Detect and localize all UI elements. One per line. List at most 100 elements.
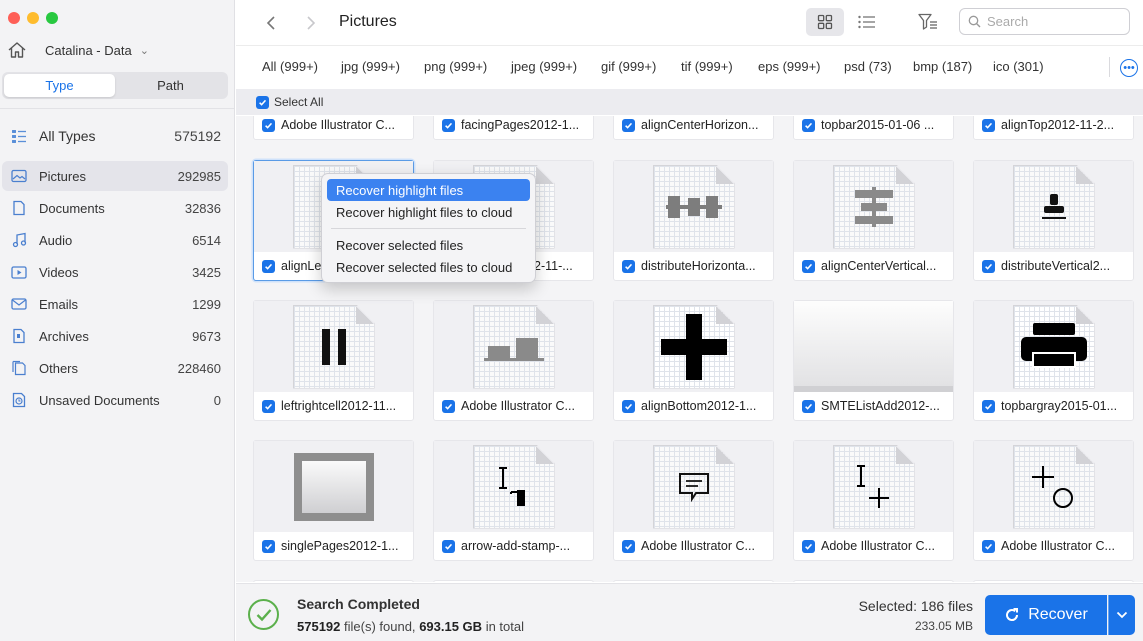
file-tile[interactable]: topbar2015-01-06 ... bbox=[793, 116, 954, 140]
zoom-window-button[interactable] bbox=[46, 12, 58, 24]
file-checkbox[interactable] bbox=[982, 399, 995, 413]
file-tile[interactable]: alignCenterVertical... bbox=[793, 160, 954, 281]
tab-path[interactable]: Path bbox=[115, 74, 226, 97]
file-tile[interactable] bbox=[793, 580, 954, 582]
search-input[interactable] bbox=[987, 14, 1127, 29]
close-window-button[interactable] bbox=[8, 12, 20, 24]
file-thumbnail bbox=[974, 301, 1133, 392]
selected-size: 233.05 MB bbox=[914, 619, 973, 633]
minimize-window-button[interactable] bbox=[27, 12, 39, 24]
menu-item-recover-highlight-files-to-cloud[interactable]: Recover highlight files to cloud bbox=[327, 201, 530, 223]
recover-button[interactable]: Recover bbox=[985, 595, 1107, 635]
filter-tab-jpeg[interactable]: jpeg (999+) bbox=[511, 59, 577, 74]
drive-selector[interactable]: Catalina - Data ⌄ bbox=[6, 38, 224, 62]
file-tile[interactable]: alignTop2012-11-2... bbox=[973, 116, 1134, 140]
filter-tab-bmp[interactable]: bmp (187) bbox=[913, 59, 972, 74]
home-icon[interactable] bbox=[6, 39, 28, 61]
file-checkbox[interactable] bbox=[622, 539, 635, 553]
file-checkbox[interactable] bbox=[622, 118, 635, 132]
sidebar-item-emails[interactable]: Emails 1299 bbox=[2, 289, 228, 319]
filter-tab-all[interactable]: All (999+) bbox=[262, 59, 318, 74]
sidebar-item-count: 1299 bbox=[192, 296, 221, 312]
filter-tab-gif[interactable]: gif (999+) bbox=[601, 59, 656, 74]
file-tile[interactable]: arrow-add-stamp-... bbox=[433, 440, 594, 561]
file-checkbox[interactable] bbox=[442, 399, 455, 413]
file-name: alignTop2012-11-2... bbox=[1001, 118, 1115, 132]
file-checkbox[interactable] bbox=[442, 118, 455, 132]
search-icon bbox=[968, 15, 981, 28]
file-checkbox[interactable] bbox=[262, 399, 275, 413]
file-checkbox[interactable] bbox=[802, 399, 815, 413]
filter-tab-png[interactable]: png (999+) bbox=[424, 59, 487, 74]
file-name: facingPages2012-1... bbox=[461, 118, 580, 132]
sidebar-item-unsaved-documents[interactable]: Unsaved Documents 0 bbox=[2, 385, 228, 415]
checkmark-icon bbox=[259, 99, 267, 106]
menu-item-recover-highlight-files[interactable]: Recover highlight files bbox=[327, 179, 530, 201]
menu-item-recover-selected-files-to-cloud[interactable]: Recover selected files to cloud bbox=[327, 256, 530, 278]
file-tile[interactable]: distributeVertical2... bbox=[973, 160, 1134, 281]
filter-tab-tif[interactable]: tif (999+) bbox=[681, 59, 733, 74]
file-tile[interactable]: Adobe Illustrator C... bbox=[433, 300, 594, 421]
grid-view-button[interactable] bbox=[806, 8, 844, 36]
filter-tab-eps[interactable]: eps (999+) bbox=[758, 59, 821, 74]
file-checkbox[interactable] bbox=[262, 259, 275, 273]
file-checkbox[interactable] bbox=[442, 539, 455, 553]
chevron-down-icon: ⌄ bbox=[139, 44, 149, 57]
sidebar-item-all-types[interactable]: All Types 575192 bbox=[2, 121, 228, 151]
file-checkbox[interactable] bbox=[802, 259, 815, 273]
sidebar-item-documents[interactable]: Documents 32836 bbox=[2, 193, 228, 223]
file-name: distributeVertical2... bbox=[1001, 259, 1111, 273]
file-tile[interactable]: distributeHorizonta... bbox=[613, 160, 774, 281]
file-tile[interactable]: alignCenterHorizon... bbox=[613, 116, 774, 140]
sidebar-item-label: Archives bbox=[39, 328, 89, 344]
filter-button[interactable] bbox=[914, 8, 942, 36]
file-checkbox[interactable] bbox=[802, 118, 815, 132]
file-checkbox[interactable] bbox=[262, 539, 275, 553]
file-tile[interactable]: topbargray2015-01... bbox=[973, 300, 1134, 421]
file-checkbox[interactable] bbox=[622, 259, 635, 273]
more-filters-button[interactable]: ••• bbox=[1120, 59, 1138, 77]
status-bar: Search Completed 575192 file(s) found, 6… bbox=[236, 583, 1143, 641]
file-tile[interactable]: SMTEListAdd2012-... bbox=[793, 300, 954, 421]
file-tile[interactable]: leftrightcell2012-11... bbox=[253, 300, 414, 421]
back-button[interactable] bbox=[260, 12, 282, 34]
menu-item-recover-selected-files[interactable]: Recover selected files bbox=[327, 234, 530, 256]
file-tile[interactable] bbox=[973, 580, 1134, 582]
sidebar-item-others[interactable]: Others 228460 bbox=[2, 353, 228, 383]
file-checkbox[interactable] bbox=[982, 118, 995, 132]
file-tile[interactable]: Adobe Illustrator C... bbox=[613, 440, 774, 561]
file-checkbox[interactable] bbox=[622, 399, 635, 413]
list-icon bbox=[10, 127, 28, 145]
file-tile[interactable] bbox=[433, 580, 594, 582]
file-tile[interactable]: singlePages2012-1... bbox=[253, 440, 414, 561]
mode-segmented-control: Type Path bbox=[2, 72, 228, 99]
recover-label: Recover bbox=[1028, 606, 1088, 623]
file-tile[interactable]: Adobe Illustrator C... bbox=[973, 440, 1134, 561]
context-menu: Recover highlight files Recover highligh… bbox=[321, 173, 536, 283]
file-checkbox[interactable] bbox=[982, 259, 995, 273]
file-checkbox[interactable] bbox=[802, 539, 815, 553]
sidebar-item-audio[interactable]: Audio 6514 bbox=[2, 225, 228, 255]
filter-tab-psd[interactable]: psd (73) bbox=[844, 59, 892, 74]
list-view-button[interactable] bbox=[853, 8, 881, 36]
file-tile[interactable]: facingPages2012-1... bbox=[433, 116, 594, 140]
forward-button[interactable] bbox=[300, 12, 322, 34]
file-tile[interactable] bbox=[253, 580, 414, 582]
search-field[interactable] bbox=[959, 8, 1130, 35]
filter-tab-jpg[interactable]: jpg (999+) bbox=[341, 59, 400, 74]
file-tile[interactable]: alignBottom2012-1... bbox=[613, 300, 774, 421]
sidebar-item-videos[interactable]: Videos 3425 bbox=[2, 257, 228, 287]
file-checkbox[interactable] bbox=[982, 539, 995, 553]
select-all-checkbox[interactable] bbox=[256, 95, 269, 109]
tab-type[interactable]: Type bbox=[4, 74, 115, 97]
filter-tab-ico[interactable]: ico (301) bbox=[993, 59, 1044, 74]
refresh-icon bbox=[1006, 608, 1019, 621]
file-tile[interactable]: Adobe Illustrator C... bbox=[793, 440, 954, 561]
sidebar-item-pictures[interactable]: Pictures 292985 bbox=[2, 161, 228, 191]
file-checkbox[interactable] bbox=[262, 118, 275, 132]
file-tile[interactable] bbox=[613, 580, 774, 582]
document-icon bbox=[10, 199, 28, 217]
sidebar-item-archives[interactable]: Archives 9673 bbox=[2, 321, 228, 351]
file-tile[interactable]: Adobe Illustrator C... bbox=[253, 116, 414, 140]
recover-options-button[interactable] bbox=[1108, 595, 1135, 635]
